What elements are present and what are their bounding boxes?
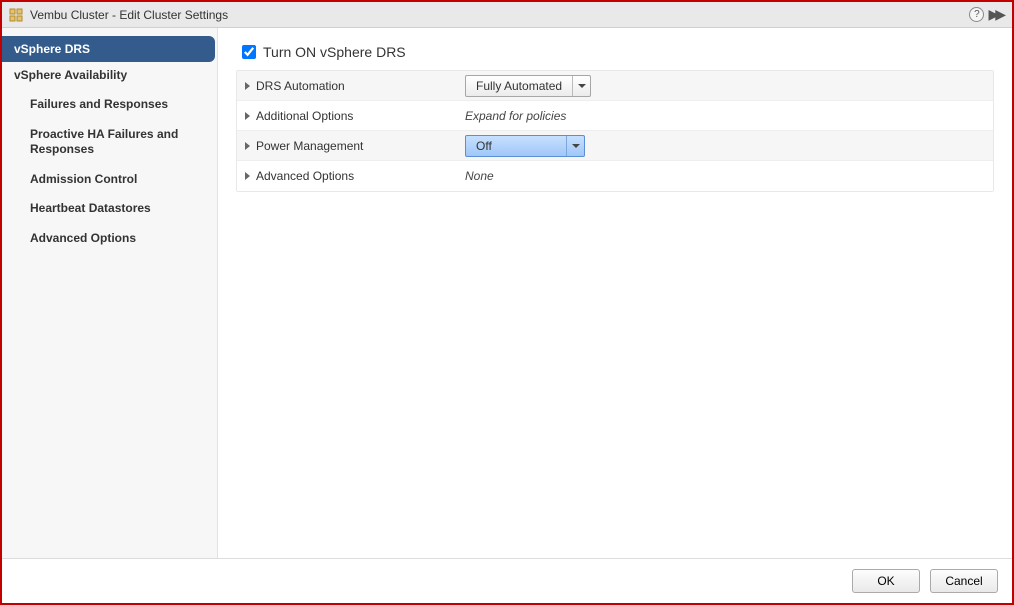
row-label-cell[interactable]: DRS Automation xyxy=(237,79,457,93)
cancel-button[interactable]: Cancel xyxy=(930,569,998,593)
sidebar-item-label: vSphere DRS xyxy=(14,42,90,56)
settings-table: DRS Automation Fully Automated Additiona… xyxy=(236,70,994,192)
row-label: Power Management xyxy=(256,139,363,153)
row-value: None xyxy=(465,169,494,183)
turn-on-drs-row: Turn ON vSphere DRS xyxy=(236,42,994,62)
sidebar-subitem-label: Admission Control xyxy=(30,172,137,186)
sidebar-subitem-label: Advanced Options xyxy=(30,231,136,245)
row-label: DRS Automation xyxy=(256,79,345,93)
sidebar-subitem-label: Failures and Responses xyxy=(30,97,168,111)
row-power-management: Power Management Off xyxy=(237,131,993,161)
titlebar-controls: ? ▶▶ xyxy=(969,6,1006,23)
row-label: Advanced Options xyxy=(256,169,354,183)
dialog-window: Vembu Cluster - Edit Cluster Settings ? … xyxy=(0,0,1014,605)
content-pane: Turn ON vSphere DRS DRS Automation Fully… xyxy=(218,28,1012,558)
expand-icon[interactable] xyxy=(245,112,250,120)
sidebar-subitem-failures[interactable]: Failures and Responses xyxy=(2,92,217,118)
row-value-cell: None xyxy=(457,169,993,183)
titlebar: Vembu Cluster - Edit Cluster Settings ? … xyxy=(2,2,1012,28)
row-label-cell[interactable]: Advanced Options xyxy=(237,169,457,183)
sidebar-subitem-advanced-options[interactable]: Advanced Options xyxy=(2,226,217,252)
sidebar-item-vsphere-drs[interactable]: vSphere DRS xyxy=(2,36,215,62)
row-value-cell: Expand for policies xyxy=(457,109,993,123)
window-title: Vembu Cluster - Edit Cluster Settings xyxy=(30,8,969,22)
cluster-icon xyxy=(8,7,24,23)
expand-icon[interactable] xyxy=(245,142,250,150)
chevron-down-icon xyxy=(578,84,586,88)
dropdown-value: Off xyxy=(466,136,566,156)
turn-on-drs-checkbox[interactable] xyxy=(242,45,256,59)
ok-button[interactable]: OK xyxy=(852,569,920,593)
expand-icon[interactable] xyxy=(245,172,250,180)
dropdown-arrow[interactable] xyxy=(566,136,584,156)
sidebar-item-vsphere-availability[interactable]: vSphere Availability xyxy=(2,62,217,88)
sidebar-subitem-label: Proactive HA Failures and Responses xyxy=(30,127,178,157)
sidebar: vSphere DRS vSphere Availability Failure… xyxy=(2,28,218,558)
drs-automation-dropdown[interactable]: Fully Automated xyxy=(465,75,591,97)
help-icon[interactable]: ? xyxy=(969,7,984,22)
sidebar-subitem-admission-control[interactable]: Admission Control xyxy=(2,167,217,193)
row-label-cell[interactable]: Additional Options xyxy=(237,109,457,123)
row-additional-options: Additional Options Expand for policies xyxy=(237,101,993,131)
chevron-down-icon xyxy=(572,144,580,148)
power-management-dropdown[interactable]: Off xyxy=(465,135,585,157)
expand-icon[interactable]: ▶▶ xyxy=(988,6,1006,23)
row-label: Additional Options xyxy=(256,109,353,123)
row-advanced-options: Advanced Options None xyxy=(237,161,993,191)
row-drs-automation: DRS Automation Fully Automated xyxy=(237,71,993,101)
row-value-cell: Off xyxy=(457,135,993,157)
sidebar-subitem-proactive-ha[interactable]: Proactive HA Failures and Responses xyxy=(2,122,217,163)
sidebar-item-label: vSphere Availability xyxy=(14,68,127,82)
dropdown-arrow[interactable] xyxy=(572,76,590,96)
dropdown-value: Fully Automated xyxy=(466,76,572,96)
sidebar-subitem-label: Heartbeat Datastores xyxy=(30,201,151,215)
sidebar-subitem-heartbeat-datastores[interactable]: Heartbeat Datastores xyxy=(2,196,217,222)
expand-icon[interactable] xyxy=(245,82,250,90)
row-value-cell: Fully Automated xyxy=(457,75,993,97)
row-label-cell[interactable]: Power Management xyxy=(237,139,457,153)
dialog-footer: OK Cancel xyxy=(2,559,1012,603)
dialog-body: vSphere DRS vSphere Availability Failure… xyxy=(2,28,1012,559)
row-value: Expand for policies xyxy=(465,109,566,123)
turn-on-drs-label: Turn ON vSphere DRS xyxy=(263,44,406,60)
